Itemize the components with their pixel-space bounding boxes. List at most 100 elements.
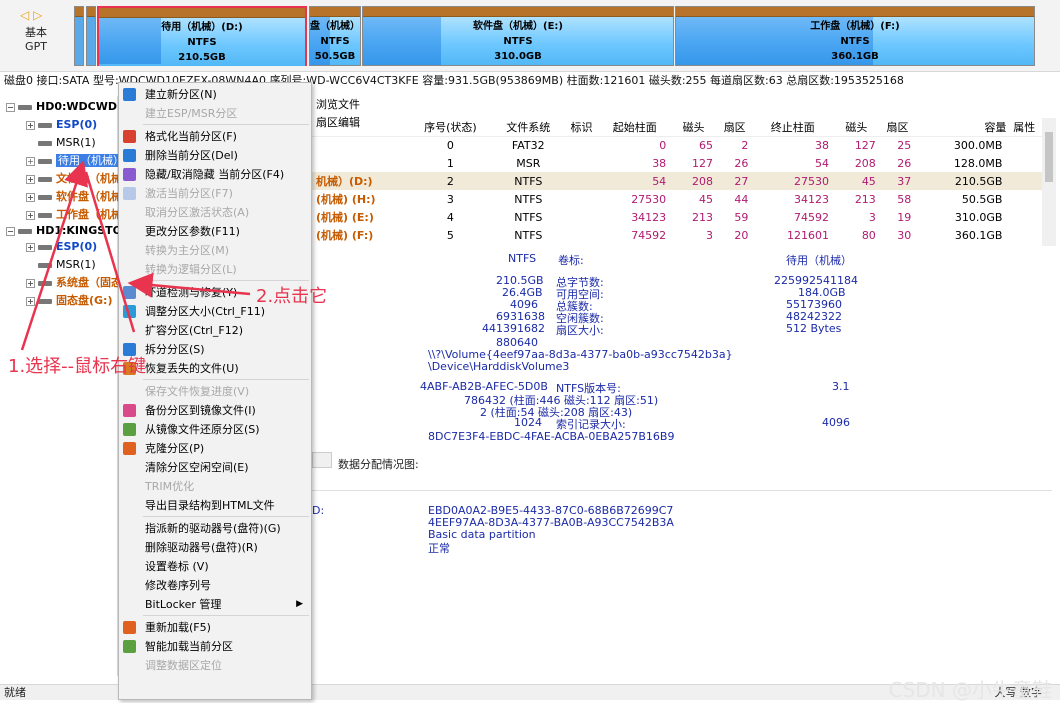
tree-docs[interactable]: + 文档盘（机械） [26, 170, 133, 188]
menu-item-label: 转换为主分区(M) [145, 244, 230, 257]
menu-separator [143, 379, 309, 380]
menu-item-23[interactable]: 删除驱动器号(盘符)(R) [119, 538, 311, 557]
table-cell: NTFS [514, 192, 543, 206]
menu-item-27[interactable]: 重新加载(F5) [119, 618, 311, 637]
tab-browse-files[interactable]: 浏览文件 [312, 96, 364, 114]
expand-icon[interactable]: + [26, 210, 35, 220]
table-cell: 34123 [794, 192, 830, 206]
menu-item-label: 建立ESP/MSR分区 [145, 107, 238, 120]
expand-icon[interactable]: + [26, 192, 35, 202]
table-cell: NTFS [514, 228, 543, 242]
table-scrollbar[interactable] [1042, 118, 1056, 246]
menu-item-19[interactable]: 清除分区空闲空间(E) [119, 458, 311, 477]
partition-esp[interactable] [74, 6, 84, 66]
guid-status: 正常 [428, 542, 450, 555]
table-cell [564, 226, 599, 244]
menu-item-14[interactable]: 恢复丢失的文件(U) [119, 359, 311, 378]
partition-icon [38, 262, 52, 268]
menu-item-13[interactable]: 拆分分区(S) [119, 340, 311, 359]
col-header[interactable]: 文件系统 [492, 118, 564, 137]
menu-item-26[interactable]: BitLocker 管理 ▶ [119, 595, 311, 614]
partition-size: 210.5GB [178, 52, 226, 63]
table-cell: 1 [446, 156, 454, 170]
tree-label: ESP(0) [56, 118, 98, 131]
col-header[interactable]: 容量 [915, 118, 1007, 137]
table-row[interactable]: (机械) (H:) 3 NTFS 27530 45 44 34123 213 58 50.5GB [312, 190, 1042, 208]
menu-item-7[interactable]: 更改分区参数(F11) [119, 222, 311, 241]
collapse-icon[interactable]: − [6, 226, 15, 236]
expand-icon[interactable]: + [26, 156, 35, 166]
partition-d[interactable]: 待用（机械）(D:) NTFS 210.5GB [97, 6, 307, 66]
table-row[interactable]: (机械) (E:) 4 NTFS 34123 213 59 74592 3 19 310.0GB [312, 208, 1042, 226]
table-row[interactable]: 1 MSR 38 127 26 54 208 26 128.0MB [312, 154, 1042, 172]
tree-hd0[interactable]: − HD0:WDCWD1 [6, 98, 125, 116]
resize-icon [123, 305, 136, 318]
col-header[interactable]: 磁头 [670, 118, 717, 137]
menu-item-2[interactable]: 格式化当前分区(F) [119, 127, 311, 146]
menu-separator [143, 280, 309, 281]
menu-item-16[interactable]: 备份分区到镜像文件(I) [119, 401, 311, 420]
col-header[interactable]: 终止柱面 [752, 118, 834, 137]
partition-icon [38, 158, 52, 164]
expand-icon[interactable]: + [26, 174, 35, 184]
tree-esp[interactable]: + ESP(0) [26, 116, 97, 134]
menu-item-label: 转换为逻辑分区(L) [145, 263, 237, 276]
partition-size: 310.0GB [494, 51, 542, 62]
expand-icon[interactable]: + [26, 296, 35, 306]
expand-icon[interactable]: + [26, 120, 35, 130]
menu-item-3[interactable]: 删除当前分区(Del) [119, 146, 311, 165]
partition-h[interactable]: 盘（机械） NTFS 50.5GB [309, 6, 361, 66]
menu-item-4[interactable]: 隐藏/取消隐藏 当前分区(F4) [119, 165, 311, 184]
partition-icon [38, 140, 52, 146]
tree-esp1[interactable]: + ESP(0) [26, 238, 97, 256]
partition-e[interactable]: 软件盘（机械）(E:) NTFS 310.0GB [362, 6, 674, 66]
table-cell: 310.0GB [954, 210, 1003, 224]
table-row[interactable]: 机械）(D:) 2 NTFS 54 208 27 27530 45 37 210.5GB [312, 172, 1042, 190]
menu-item-0[interactable]: 建立新分区(N) [119, 85, 311, 104]
menu-item-8: 转换为主分区(M) [119, 241, 311, 260]
menu-item-25[interactable]: 修改卷序列号 [119, 576, 311, 595]
col-header[interactable]: 属性 [1006, 118, 1042, 137]
table-cell: 128.0MB [953, 156, 1003, 170]
menu-item-17[interactable]: 从镜像文件还原分区(S) [119, 420, 311, 439]
table-cell [1006, 208, 1042, 226]
partition-table: 序号(状态) 文件系统 标识 起始柱面 磁头 扇区 终止柱面 磁头 扇区 容量 … [312, 118, 1042, 246]
annotation-step1: 1.选择--鼠标右键 [8, 356, 147, 377]
expand-icon[interactable]: + [26, 278, 35, 288]
col-header[interactable]: 标识 [563, 118, 600, 137]
detail-key: 扇区大小: [556, 324, 604, 337]
table-row[interactable]: (机械) (F:) 5 NTFS 74592 3 20 121601 80 30 360.1GB [312, 226, 1042, 244]
col-header[interactable]: 扇区 [879, 118, 916, 137]
table-row[interactable]: 0 FAT32 0 65 2 38 127 25 300.0MB [312, 136, 1042, 154]
status-text: 就绪 [4, 686, 26, 699]
disk-mode: 基本 [25, 26, 47, 39]
menu-item-21[interactable]: 导出目录结构到HTML文件 [119, 496, 311, 515]
alloc-button[interactable] [312, 452, 332, 468]
tree-system[interactable]: + 系统盘（固态） [26, 274, 133, 292]
table-cell: 5 [446, 228, 454, 242]
table-cell: MSR [516, 156, 541, 170]
tree-software[interactable]: + 软件盘（机械） [26, 188, 133, 206]
col-header[interactable]: 起始柱面 [599, 118, 671, 137]
menu-item-28[interactable]: 智能加载当前分区 [119, 637, 311, 656]
tree-msr[interactable]: MSR(1) [38, 134, 96, 152]
tree-selected-partition[interactable]: + 待用（机械） [26, 152, 126, 170]
nav-arrows-icon[interactable]: ◁ ▷ [20, 8, 60, 26]
submenu-arrow-icon: ▶ [296, 599, 303, 609]
col-header[interactable]: 磁头 [833, 118, 880, 137]
col-header[interactable]: 序号(状态) [408, 118, 493, 137]
menu-item-18[interactable]: 克隆分区(P) [119, 439, 311, 458]
menu-item-24[interactable]: 设置卷标 (V) [119, 557, 311, 576]
menu-item-12[interactable]: 扩容分区(Ctrl_F12) [119, 321, 311, 340]
menu-item-label: 扩容分区(Ctrl_F12) [145, 324, 243, 337]
menu-item-22[interactable]: 指派新的驱动器号(盘符)(G) [119, 519, 311, 538]
collapse-icon[interactable]: − [6, 102, 15, 112]
partition-msr[interactable] [86, 6, 96, 66]
tree-msr1[interactable]: MSR(1) [38, 256, 96, 274]
expand-icon[interactable]: + [26, 242, 35, 252]
col-header[interactable]: 扇区 [716, 118, 753, 137]
tree-ssd[interactable]: + 固态盘(G:) [26, 292, 112, 310]
table-cell: 0 [446, 138, 454, 152]
menu-item-label: 设置卷标 (V) [145, 560, 209, 573]
partition-f[interactable]: 工作盘（机械）(F:) NTFS 360.1GB [675, 6, 1035, 66]
